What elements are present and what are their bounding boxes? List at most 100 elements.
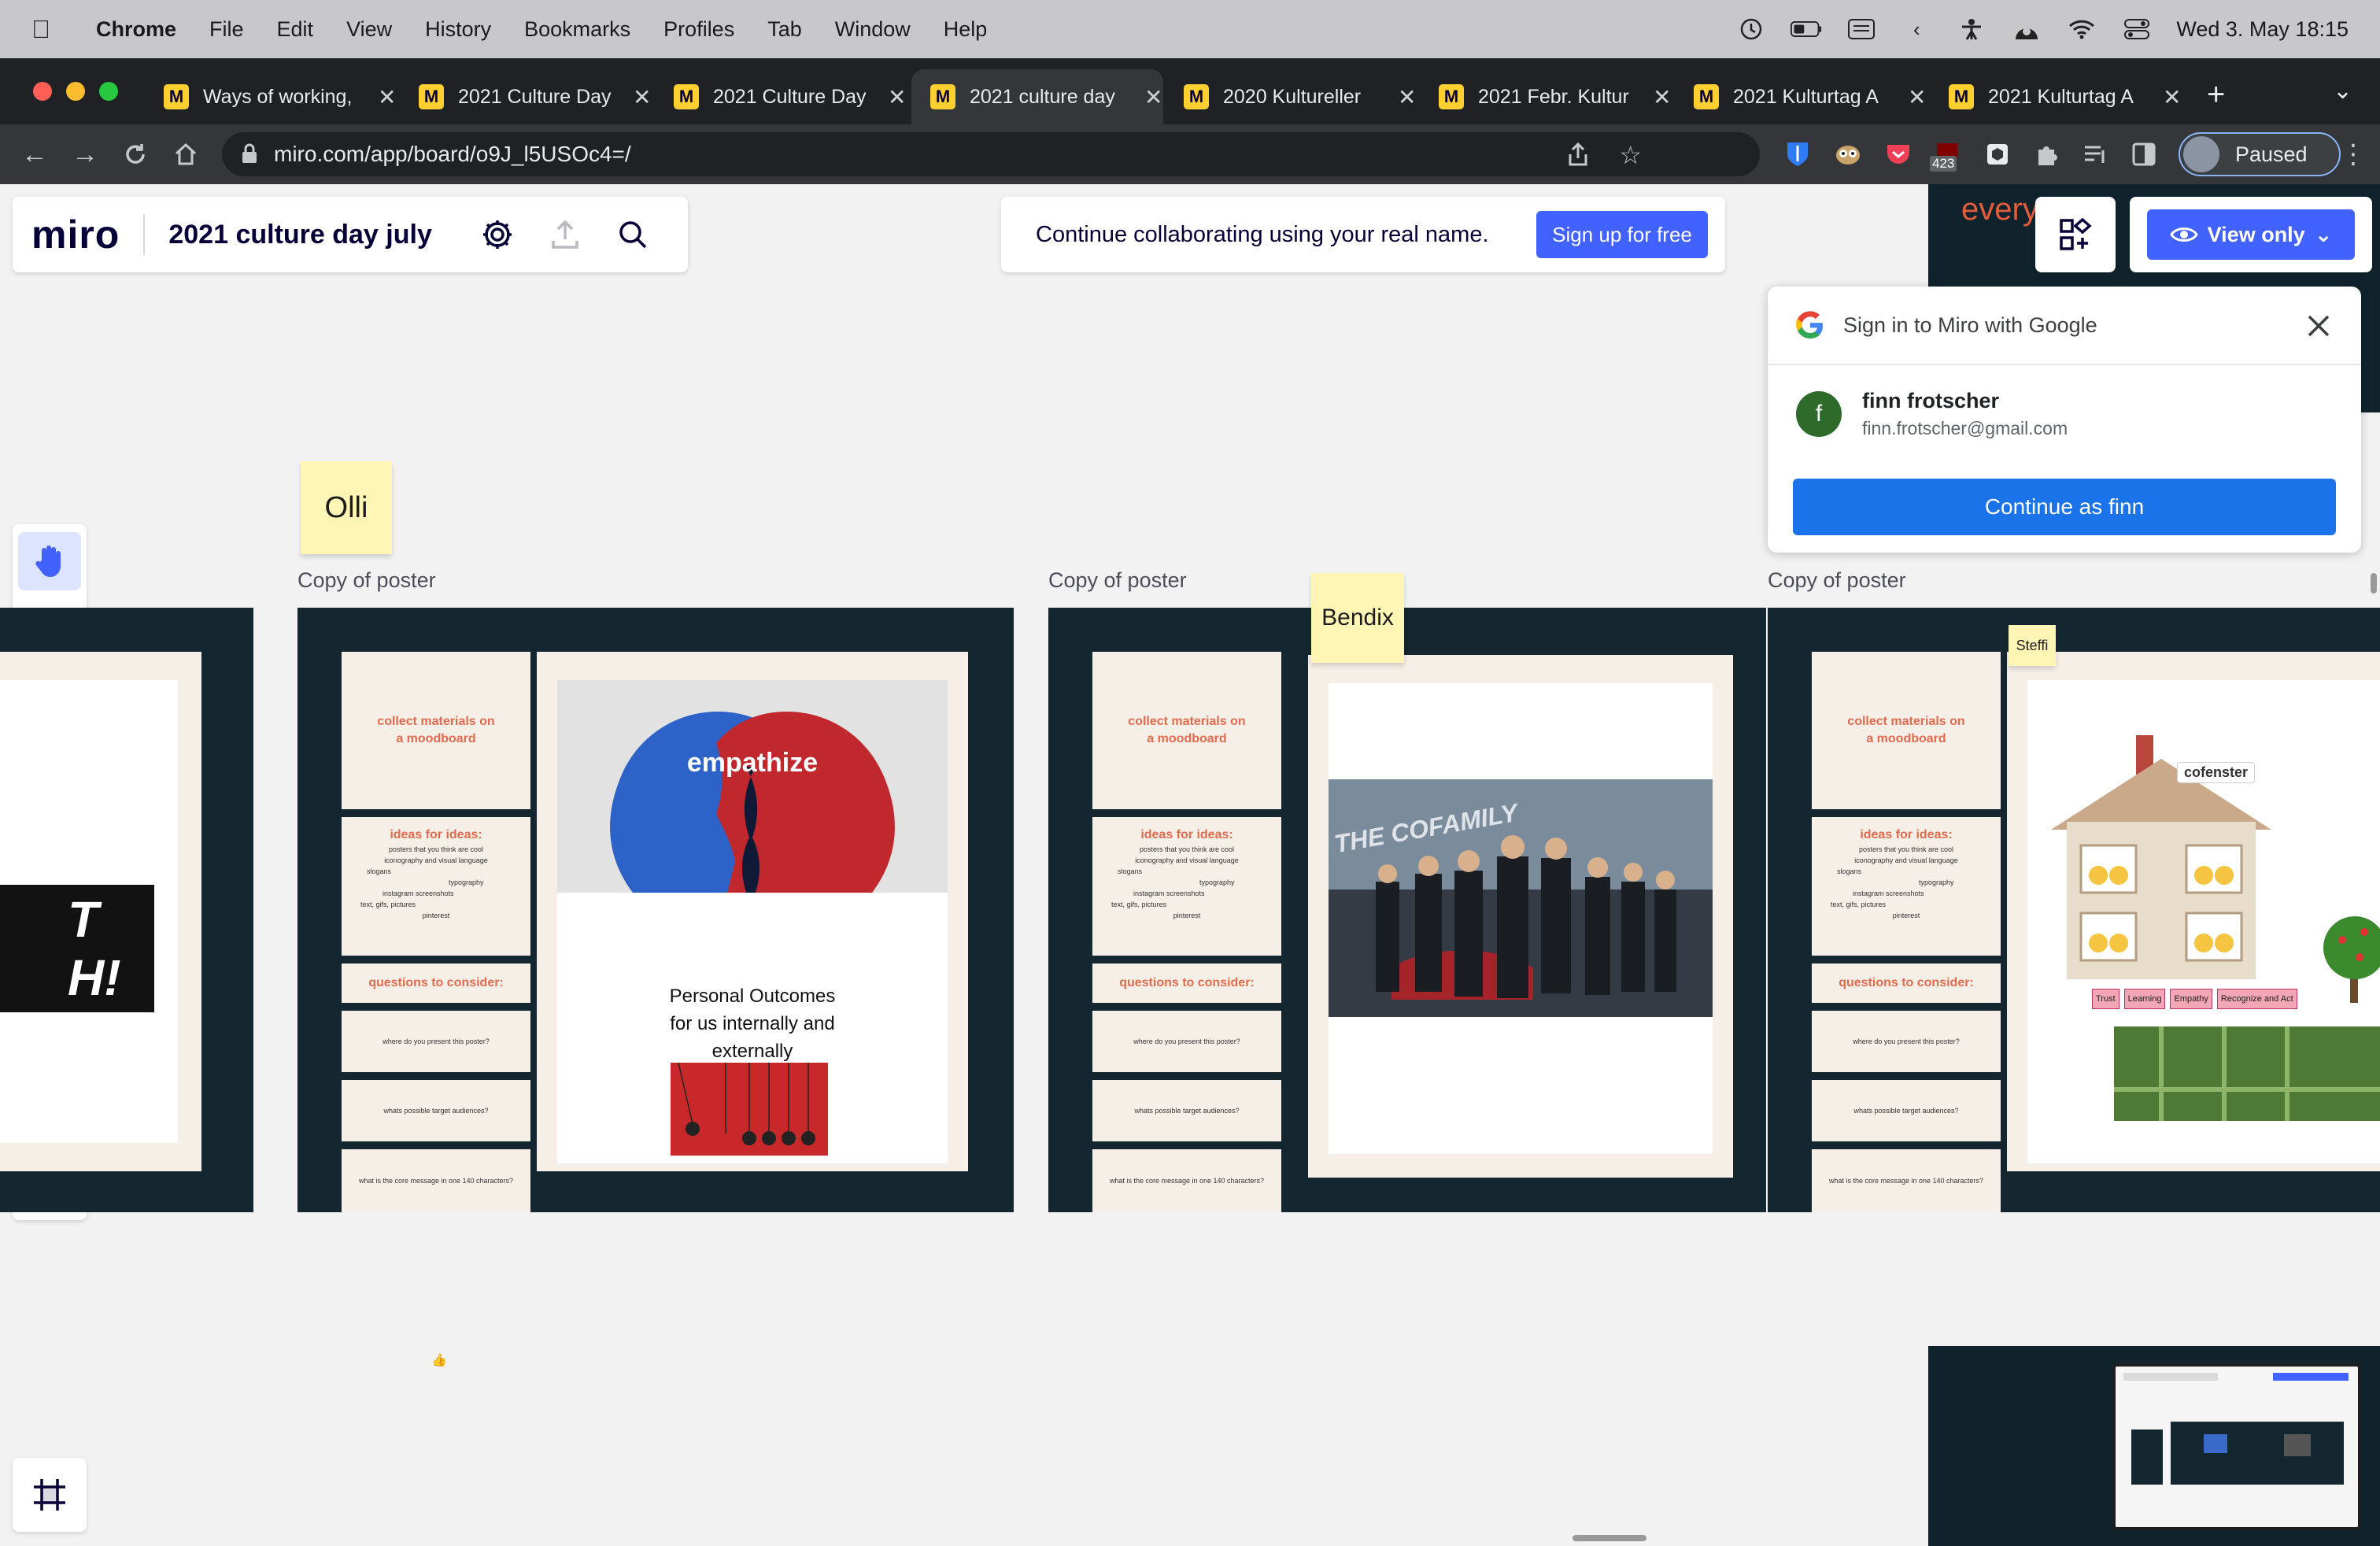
menu-help[interactable]: Help [944, 17, 988, 42]
share-icon[interactable] [1566, 142, 1590, 172]
battery-icon[interactable] [1791, 17, 1822, 41]
hand-tool-button[interactable] [18, 532, 81, 590]
menu-profiles[interactable]: Profiles [663, 17, 734, 42]
close-tab-icon[interactable]: ✕ [1144, 84, 1162, 110]
menu-view[interactable]: View [346, 17, 392, 42]
ideas-panel: ideas for ideas: posters that you think … [342, 817, 530, 956]
continue-as-button[interactable]: Continue as finn [1793, 479, 2336, 535]
miro-logo[interactable]: miro [31, 212, 120, 257]
tab-title: 2021 Febr. Kultur [1478, 85, 1629, 108]
menu-file[interactable]: File [209, 17, 244, 42]
board-minimap[interactable] [2112, 1363, 2361, 1530]
frame-1[interactable]: collect materials on a moodboard ideas f… [298, 608, 1014, 1212]
new-tab-icon[interactable]: + [2207, 77, 2225, 113]
settings-gear-icon[interactable] [475, 213, 519, 257]
tab-6[interactable]: M 2021 Febr. Kultur ✕ [1420, 69, 1671, 124]
minimap-preview [2116, 1367, 2358, 1527]
time-machine-icon[interactable] [1735, 17, 1767, 41]
tab-2[interactable]: M 2021 Culture Day ✕ [400, 69, 651, 124]
view-only-button[interactable]: View only ⌄ [2147, 209, 2355, 260]
tab-5[interactable]: M 2020 Kultureller ✕ [1165, 69, 1416, 124]
reload-icon[interactable] [116, 135, 154, 173]
tab-search-chevron-icon[interactable]: ⌄ [2333, 77, 2352, 105]
menu-window[interactable]: Window [835, 17, 911, 42]
close-tab-icon[interactable]: ✕ [378, 84, 396, 110]
frame-3[interactable]: collect materials on a moodboard ideas f… [1768, 608, 2380, 1212]
sign-up-button[interactable]: Sign up for free [1536, 211, 1708, 258]
thumbs-up-icon[interactable]: 👍 [431, 1352, 447, 1368]
tab-1[interactable]: M Ways of working, ✕ [145, 69, 396, 124]
tab-4-active[interactable]: M 2021 culture day ✕ [911, 69, 1163, 124]
vertical-scrollbar[interactable] [2371, 573, 2377, 594]
close-tab-icon[interactable]: ✕ [1908, 84, 1926, 110]
menu-history[interactable]: History [425, 17, 491, 42]
tab-3[interactable]: M 2021 Culture Day ✕ [655, 69, 906, 124]
close-tab-icon[interactable]: ✕ [1398, 84, 1416, 110]
board-name[interactable]: 2021 culture day july [168, 220, 452, 250]
chevron-left-icon[interactable]: ‹ [1901, 17, 1932, 41]
close-tab-icon[interactable]: ✕ [2163, 84, 2181, 110]
ublock-extension-icon[interactable]: 423 [1930, 137, 1964, 172]
home-icon[interactable] [167, 135, 205, 173]
horizontal-scrollbar[interactable] [1572, 1535, 1646, 1541]
cube-extension-icon[interactable] [1980, 137, 2015, 172]
question-2-panel: whats possible target audiences? [342, 1080, 530, 1141]
close-tab-icon[interactable]: ✕ [633, 84, 651, 110]
bitwarden-extension-icon[interactable] [1780, 137, 1815, 172]
reading-list-icon[interactable] [2078, 137, 2112, 172]
frame-1-label[interactable]: Copy of poster [298, 568, 436, 593]
browser-toolbar: ← → miro.com/app/board/o9J_l5USOc4=/ ☆ 4… [0, 124, 2380, 184]
minimize-window-button[interactable] [66, 82, 85, 101]
profile-button[interactable]: Paused [2179, 132, 2341, 176]
google-account-row[interactable]: f finn frotscher finn.frotscher@gmail.co… [1796, 389, 2068, 439]
pocket-extension-icon[interactable] [1881, 137, 1916, 172]
close-icon[interactable] [2303, 310, 2334, 342]
control-center-icon[interactable] [2121, 17, 2153, 41]
extensions-puzzle-icon[interactable] [2029, 137, 2064, 172]
ideas-title: ideas for ideas: [1860, 828, 1953, 841]
chrome-menu-icon[interactable]: ⋮ [2334, 135, 2372, 173]
questions-panel: questions to consider: [1092, 963, 1281, 1003]
ideas-item: text, gifs, pictures [1831, 901, 1887, 908]
vpn-icon[interactable] [2011, 17, 2042, 41]
ublock-badge: 423 [1930, 156, 1957, 172]
tab-7[interactable]: M 2021 Kulturtag A ✕ [1675, 69, 1926, 124]
maximize-window-button[interactable] [99, 82, 118, 101]
menu-edit[interactable]: Edit [277, 17, 314, 42]
side-panel-icon[interactable] [2127, 137, 2161, 172]
tab-title: Ways of working, [203, 85, 353, 108]
export-icon[interactable] [543, 213, 587, 257]
tab-strip: M Ways of working, ✕ M 2021 Culture Day … [0, 58, 2380, 124]
owl-extension-icon[interactable] [1831, 137, 1865, 172]
close-tab-icon[interactable]: ✕ [1653, 84, 1671, 110]
sticky-note-steffi[interactable]: Steffi [2009, 625, 2056, 666]
address-bar[interactable]: miro.com/app/board/o9J_l5USOc4=/ ☆ [222, 132, 1760, 176]
accessibility-icon[interactable] [1956, 17, 1987, 41]
frame-2-label[interactable]: Copy of poster [1048, 568, 1187, 593]
forward-icon[interactable]: → [66, 135, 104, 173]
miro-board-canvas[interactable]: every miro 2021 culture day july Continu… [0, 184, 2380, 1546]
sticky-note-olli[interactable]: Olli [301, 461, 392, 554]
close-tab-icon[interactable]: ✕ [888, 84, 906, 110]
back-icon[interactable]: ← [16, 135, 54, 173]
clock[interactable]: Wed 3. May 18:15 [2176, 17, 2349, 42]
partial-frame-left[interactable]: T H! [0, 608, 253, 1212]
question-2: whats possible target audiences? [1134, 1107, 1240, 1115]
bookmark-star-icon[interactable]: ☆ [1619, 140, 1642, 170]
menu-tab[interactable]: Tab [767, 17, 802, 42]
keyboard-icon[interactable] [1846, 17, 1877, 41]
wifi-icon[interactable] [2066, 17, 2097, 41]
frames-list-button[interactable] [13, 1458, 87, 1532]
tab-8[interactable]: M 2021 Kulturtag A ✕ [1930, 69, 2181, 124]
frame-2[interactable]: collect materials on a moodboard ideas f… [1048, 608, 1766, 1212]
account-name: finn frotscher [1862, 389, 2000, 412]
menu-app[interactable]: Chrome [96, 17, 176, 42]
menu-bookmarks[interactable]: Bookmarks [524, 17, 630, 42]
frame-3-label[interactable]: Copy of poster [1768, 568, 1906, 593]
empathize-word: empathize [686, 748, 819, 778]
close-window-button[interactable] [33, 82, 52, 101]
apps-button[interactable] [2035, 197, 2116, 272]
search-icon[interactable] [611, 213, 655, 257]
sticky-note-bendix[interactable]: Bendix [1311, 573, 1404, 663]
apple-menu-icon[interactable]:  [31, 15, 63, 44]
